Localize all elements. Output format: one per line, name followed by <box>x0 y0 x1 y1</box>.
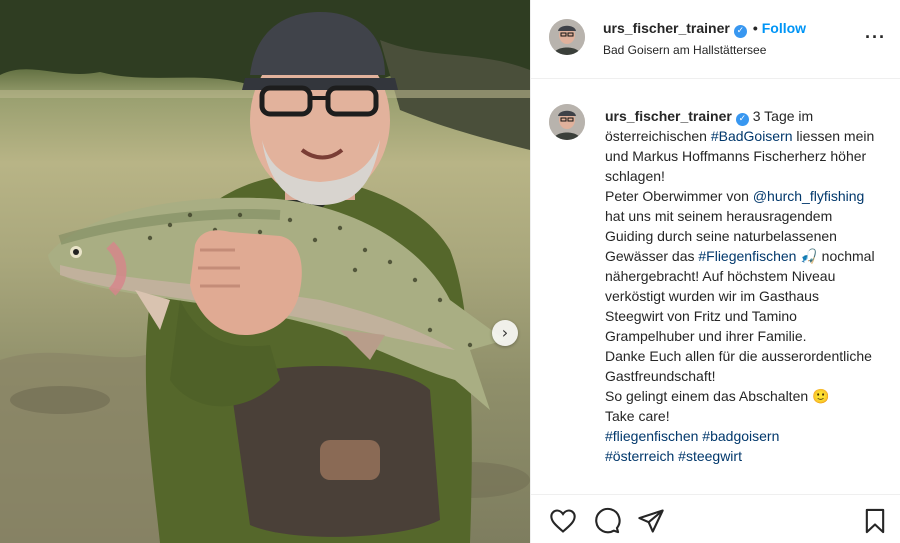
caption-username[interactable]: urs_fischer_trainer <box>605 108 732 124</box>
comment-icon[interactable] <box>593 507 621 535</box>
location-link[interactable]: Bad Goisern am Hallstättersee <box>603 43 766 57</box>
avatar[interactable] <box>549 19 585 55</box>
post-author: urs_fischer_trainer ✓ • Follow <box>603 20 806 38</box>
avatar[interactable] <box>549 104 585 140</box>
heart-icon[interactable] <box>549 507 577 535</box>
follow-button[interactable]: Follow <box>762 20 806 36</box>
fishing-emoji: 🎣 <box>800 248 818 264</box>
hashtag-link[interactable]: #BadGoisern <box>711 128 793 144</box>
paper-plane-icon[interactable] <box>637 507 665 535</box>
more-options-icon[interactable]: ··· <box>865 28 886 46</box>
hashtag-link[interactable]: #österreich <box>605 448 674 464</box>
smile-emoji: 🙂 <box>812 388 830 404</box>
caption-text: So gelingt einem das Abschalten <box>605 388 809 404</box>
bookmark-icon[interactable] <box>861 507 889 535</box>
caption-text: Peter Oberwimmer von <box>605 188 749 204</box>
verified-badge-icon: ✓ <box>735 113 749 126</box>
hashtag-link[interactable]: #Fliegenfischen <box>698 248 796 264</box>
post-photo[interactable]: › <box>0 0 530 543</box>
separator-dot: • <box>752 20 758 36</box>
mention-link[interactable]: @hurch_flyfishing <box>753 188 865 204</box>
hashtag-link[interactable]: #badgoisern <box>702 428 779 444</box>
hashtag-link[interactable]: #fliegenfischen <box>605 428 698 444</box>
post-side-panel: urs_fischer_trainer ✓ • Follow Bad Goisern … <box>530 0 900 543</box>
caption-text: Danke Euch allen für die ausserordentlic… <box>605 348 872 384</box>
hashtag-link[interactable]: #steegwirt <box>678 448 742 464</box>
username-link[interactable]: urs_fischer_trainer <box>603 20 730 36</box>
photo-illustration <box>0 0 530 543</box>
post-actions-bar <box>531 494 900 543</box>
post-caption: urs_fischer_trainer ✓ 3 Tage im österreic… <box>605 106 875 466</box>
comments-section[interactable]: urs_fischer_trainer ✓ 3 Tage im österreic… <box>531 80 900 493</box>
verified-badge-icon: ✓ <box>733 25 747 38</box>
post-header: urs_fischer_trainer ✓ • Follow Bad Goisern … <box>531 0 900 79</box>
chevron-right-icon: › <box>501 323 509 342</box>
carousel-next-button[interactable]: › <box>492 320 518 346</box>
caption-text: Take care! <box>605 408 670 424</box>
